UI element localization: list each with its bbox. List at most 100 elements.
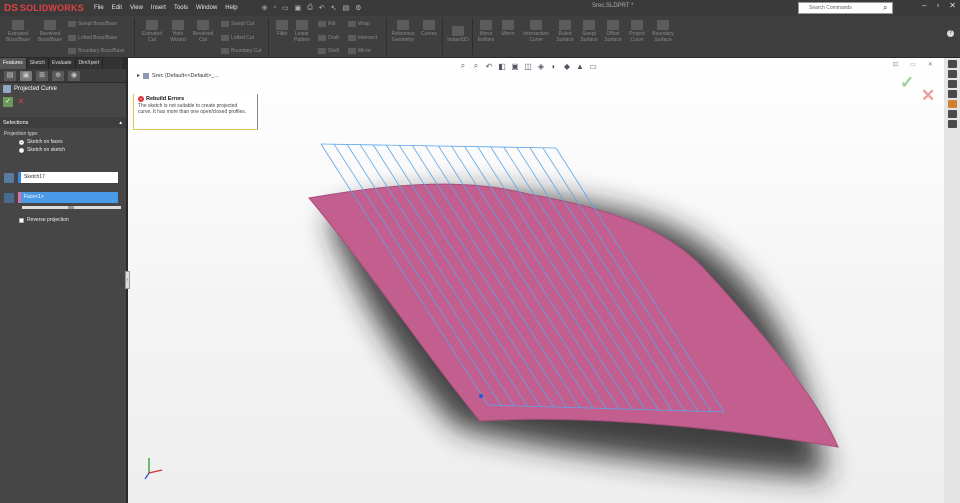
zoom-to-fit-icon[interactable]: ⌕ — [458, 61, 468, 71]
scene-icon[interactable]: ▲ — [575, 62, 585, 71]
wrap-button[interactable]: Wrap — [348, 21, 370, 27]
menu-file[interactable]: File — [90, 5, 108, 11]
previous-view-icon[interactable]: ↶ — [484, 62, 494, 71]
boundary-cut-button[interactable]: Boundary Cut — [221, 48, 262, 54]
sketch-selection-field[interactable]: Sketch17 — [18, 172, 118, 183]
appearance-icon[interactable]: ◆ — [562, 62, 572, 71]
hole-wizard-button[interactable]: Hole Wizard — [165, 20, 191, 43]
boundary-surface-button[interactable]: Boundary Surface — [649, 20, 677, 43]
open-icon[interactable]: ▭ — [282, 4, 289, 12]
revolved-cut-button[interactable]: Revolved Cut — [190, 20, 216, 43]
solidworks-logo[interactable]: DS SOLIDWORKS — [0, 3, 84, 14]
close-icon[interactable]: ✕ — [949, 1, 956, 10]
extruded-cut-button[interactable]: Extruded Cut — [138, 20, 166, 43]
view-orientation-icon[interactable]: ◫ — [523, 62, 533, 71]
cancel-button[interactable]: ✕ — [16, 97, 26, 107]
tab-dimxpert[interactable]: DimXpert — [76, 58, 104, 69]
ruled-surface-button[interactable]: Ruled Surface — [554, 20, 576, 43]
display-style-icon[interactable]: ◈ — [536, 62, 546, 71]
menu-window[interactable]: Window — [192, 5, 221, 11]
maximize-icon[interactable]: ▫ — [936, 1, 939, 10]
design-library-icon[interactable] — [947, 80, 957, 88]
new-icon[interactable]: ▫ — [274, 4, 276, 12]
select-icon[interactable]: ↖ — [331, 4, 337, 12]
tab-evaluate[interactable]: Evaluate — [49, 58, 76, 69]
section-view-icon[interactable]: ◧ — [497, 62, 507, 71]
tab-sketch[interactable]: Sketch — [27, 58, 50, 69]
help-icon[interactable]: ? — [947, 30, 954, 37]
radio-button[interactable] — [19, 147, 24, 153]
collapse-icon[interactable]: ▴ — [119, 120, 122, 126]
search-icon[interactable]: ⌕ — [883, 3, 887, 13]
shell-button[interactable]: Shell — [318, 48, 339, 54]
lofted-boss-button[interactable]: Lofted Boss/Base — [68, 35, 117, 41]
print-icon[interactable]: ⎙ — [307, 4, 313, 12]
panel-collapse-handle[interactable]: ‹ — [125, 271, 130, 289]
mirror-surface-button[interactable]: Mirror — [498, 20, 518, 37]
boundary-boss-button[interactable]: Boundary Boss/Base — [68, 48, 125, 54]
configuration-manager-icon[interactable]: ⊞ — [36, 71, 48, 81]
radio-sketch-on-sketch[interactable]: Sketch on sketch — [0, 146, 126, 154]
reverse-projection-checkbox-row[interactable]: Reverse projection — [19, 217, 69, 223]
revolved-boss-button[interactable]: Revolved Boss/Base — [35, 20, 65, 43]
intersect-button[interactable]: Intersect — [348, 35, 377, 41]
offset-surface-button[interactable]: Offset Surface — [602, 20, 624, 43]
rib-button[interactable]: Rib — [318, 21, 336, 27]
appearances-icon[interactable] — [947, 100, 957, 108]
reverse-projection-checkbox[interactable] — [19, 217, 24, 223]
maximize-viewport-icon[interactable]: ▭ — [910, 61, 916, 68]
curves-button[interactable]: Curves — [418, 20, 440, 37]
property-manager-icon[interactable]: ▣ — [20, 71, 32, 81]
menu-view[interactable]: View — [126, 5, 147, 11]
intersection-curve-button[interactable]: Intersection Curve — [519, 20, 553, 43]
minimize-icon[interactable]: – — [922, 1, 926, 10]
options-icon[interactable]: ⚙ — [355, 4, 361, 12]
view-settings-icon[interactable]: ▭ — [588, 62, 598, 71]
display-manager-icon[interactable]: ◉ — [68, 71, 80, 81]
face-selection-field[interactable]: Face<1> — [18, 192, 118, 203]
expand-arrow-icon[interactable]: ▸ — [137, 72, 140, 79]
reference-geometry-button[interactable]: Reference Geometry — [389, 20, 417, 43]
confirmation-cancel-icon[interactable]: ✕ — [921, 86, 935, 106]
custom-properties-icon[interactable] — [947, 110, 957, 118]
extruded-boss-button[interactable]: Extruded Boss/Base — [3, 20, 33, 43]
radio-button-selected[interactable] — [19, 139, 24, 145]
swept-cut-button[interactable]: Swept Cut — [221, 21, 254, 27]
zoom-area-icon[interactable]: ⌕ — [471, 61, 481, 71]
project-curve-button[interactable]: Project Curve — [626, 20, 648, 43]
home-icon[interactable] — [947, 60, 957, 68]
dimxpert-manager-icon[interactable]: ⊕ — [52, 71, 64, 81]
search-input[interactable]: Search Commands — [798, 2, 893, 14]
scrollbar-thumb[interactable] — [68, 206, 74, 209]
instant3d-button[interactable]: Instant3D — [444, 26, 472, 43]
draft-button[interactable]: Draft — [318, 35, 339, 41]
save-icon[interactable]: ▣ — [295, 4, 302, 12]
close-viewport-icon[interactable]: ✕ — [928, 61, 933, 68]
swept-boss-button[interactable]: Swept Boss/Base — [68, 21, 117, 27]
hide-show-icon[interactable]: ◐ — [549, 62, 559, 71]
rebuild-icon[interactable]: ▤ — [343, 4, 350, 12]
lofted-cut-button[interactable]: Lofted Cut — [221, 35, 254, 41]
menu-insert[interactable]: Insert — [147, 5, 170, 11]
file-explorer-icon[interactable] — [947, 90, 957, 98]
view-palette-icon[interactable] — [947, 120, 957, 128]
face-list-scrollbar[interactable] — [22, 206, 121, 209]
confirmation-ok-icon[interactable]: ✓ — [900, 73, 914, 93]
mirror-button[interactable]: Mirror — [348, 48, 371, 54]
radio-sketch-on-faces[interactable]: Sketch on faces — [0, 138, 126, 146]
dynamic-annotation-icon[interactable]: ▣ — [510, 62, 520, 71]
pin-icon[interactable]: ⊕ — [262, 4, 268, 12]
undo-icon[interactable]: ↶ — [319, 4, 325, 12]
resources-icon[interactable] — [947, 70, 957, 78]
menu-tools[interactable]: Tools — [170, 5, 192, 11]
linear-pattern-button[interactable]: Linear Pattern — [290, 20, 314, 43]
swept-surface-button[interactable]: Swept Surface — [578, 20, 600, 43]
menu-edit[interactable]: Edit — [108, 5, 126, 11]
tab-features[interactable]: Features — [0, 58, 27, 69]
flyout-feature-tree[interactable]: ▸ Srec (Default<<Default>_... — [137, 72, 219, 79]
fillet-button[interactable]: Fillet — [272, 20, 292, 37]
feature-manager-icon[interactable]: ▤ — [4, 71, 16, 81]
restore-viewport-icon[interactable]: ⊡ — [893, 61, 898, 68]
mirror-entities-button[interactable]: Mirror Entities — [474, 20, 498, 43]
menu-help[interactable]: Help — [221, 5, 241, 11]
